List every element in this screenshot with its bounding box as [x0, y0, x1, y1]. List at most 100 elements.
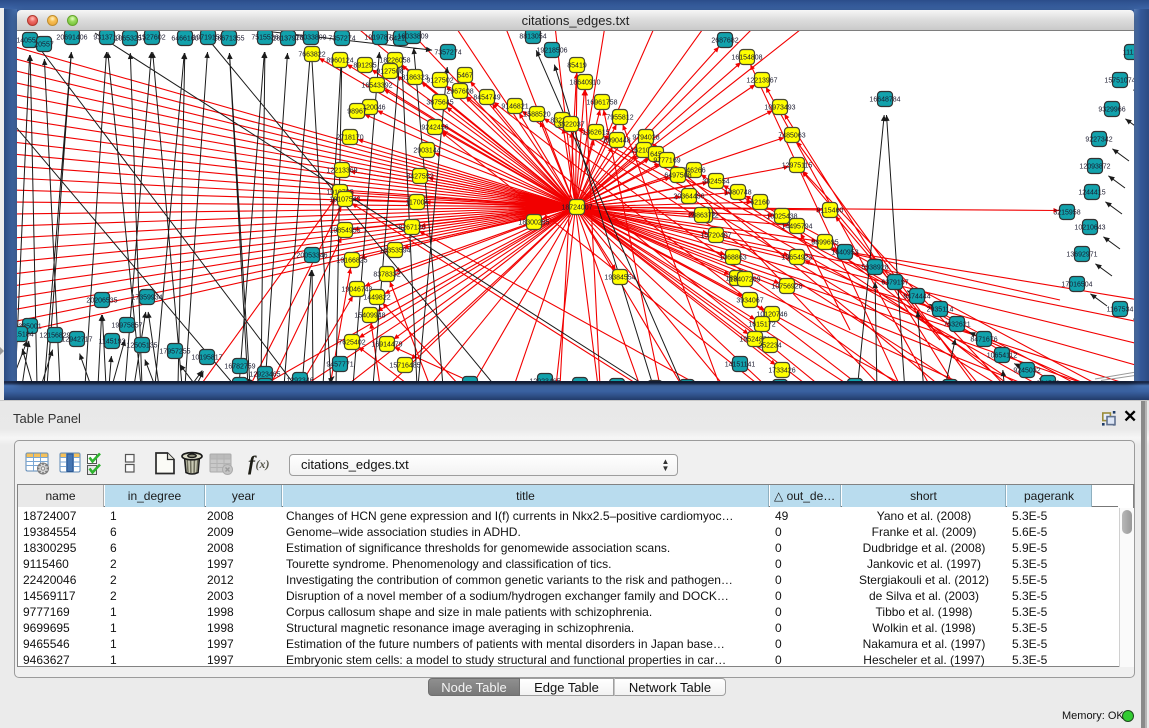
svg-text:9457771: 9457771 [326, 362, 353, 369]
svg-text:9227342: 9227342 [1085, 137, 1112, 144]
svg-text:8267130: 8267130 [398, 225, 425, 232]
svg-text:12942717: 12942717 [61, 337, 92, 344]
svg-text:1733426: 1733426 [768, 368, 795, 375]
svg-text:20557: 20557 [34, 42, 54, 49]
svg-text:19046748: 19046748 [341, 287, 372, 294]
svg-text:8427552: 8427552 [406, 174, 433, 181]
svg-text:98967: 98967 [347, 109, 367, 116]
svg-text:10107543: 10107543 [329, 197, 360, 204]
svg-text:7357274: 7357274 [328, 36, 355, 43]
svg-text:6379197: 6379197 [881, 280, 908, 287]
svg-text:7663822: 7663822 [298, 52, 325, 59]
svg-text:16154808: 16154808 [731, 55, 762, 62]
svg-text:20364436: 20364436 [673, 194, 704, 201]
svg-text:19854955: 19854955 [329, 228, 360, 235]
svg-text:3822037: 3822037 [557, 122, 584, 129]
svg-text:1292346: 1292346 [286, 378, 313, 382]
svg-text:11124: 11124 [1123, 50, 1134, 57]
svg-text:924503: 924503 [1036, 381, 1059, 382]
svg-text:1145193: 1145193 [99, 339, 126, 346]
svg-text:(x): (x) [256, 457, 270, 471]
svg-text:9242456: 9242456 [421, 125, 448, 132]
svg-text:19384554: 19384554 [604, 275, 635, 282]
svg-text:9474444: 9474444 [903, 294, 930, 301]
svg-text:18300295: 18300295 [518, 220, 549, 227]
svg-text:7632621: 7632621 [943, 322, 970, 329]
svg-text:5938928: 5938928 [861, 265, 888, 272]
svg-text:8471676: 8471676 [970, 337, 997, 344]
svg-text:1080748: 1080748 [724, 190, 751, 197]
svg-text:1167534: 1167534 [1107, 307, 1134, 314]
svg-text:10973493: 10973493 [764, 105, 795, 112]
svg-text:14495794: 14495794 [781, 224, 812, 231]
svg-text:252234: 252234 [758, 343, 781, 350]
svg-text:10756928: 10756928 [771, 284, 802, 291]
svg-text:8378332: 8378332 [373, 272, 400, 279]
svg-text:15409948: 15409948 [354, 313, 385, 320]
svg-text:7357274: 7357274 [434, 50, 461, 57]
svg-text:9115460: 9115460 [817, 208, 844, 215]
svg-text:1244415: 1244415 [1078, 190, 1105, 197]
svg-text:20691406: 20691406 [56, 35, 87, 42]
svg-text:12213967: 12213967 [746, 78, 777, 85]
svg-text:18640910: 18640910 [569, 80, 600, 87]
svg-text:10195817: 10195817 [191, 355, 222, 362]
svg-text:2718170: 2718170 [336, 135, 363, 142]
svg-text:9777169: 9777169 [653, 158, 680, 165]
svg-text:5467: 5467 [457, 73, 473, 80]
svg-text:18724007: 18724007 [561, 205, 592, 212]
svg-text:1068863: 1068863 [719, 255, 746, 262]
svg-text:2935114: 2935114 [927, 307, 954, 314]
svg-text:16543392: 16543392 [361, 83, 392, 90]
svg-text:8990448: 8990448 [603, 138, 630, 145]
svg-text:12505135: 12505135 [126, 343, 157, 350]
svg-text:6497508: 6497508 [664, 173, 691, 180]
svg-text:1527602: 1527602 [138, 35, 165, 42]
svg-text:2903144: 2903144 [413, 148, 440, 155]
svg-text:19218506: 19218506 [536, 48, 567, 55]
svg-text:9245032: 9245032 [1013, 368, 1040, 375]
svg-text:1449822: 1449822 [363, 295, 390, 302]
svg-text:17016504: 17016504 [1061, 282, 1092, 289]
svg-text:1362615: 1362615 [582, 130, 609, 137]
svg-text:16782759: 16782759 [224, 364, 255, 371]
svg-text:2687682: 2687682 [711, 38, 738, 45]
svg-text:8813054: 8813054 [519, 34, 546, 41]
svg-text:3215958: 3215958 [1053, 210, 1080, 217]
svg-text:19975857: 19975857 [111, 323, 142, 330]
svg-text:8454749: 8454749 [473, 95, 500, 102]
svg-text:8186323: 8186323 [401, 75, 428, 82]
svg-text:9127508: 9127508 [376, 69, 403, 76]
svg-text:17359934: 17359934 [131, 295, 162, 302]
svg-text:16033809: 16033809 [295, 35, 326, 42]
svg-text:1588520: 1588520 [523, 112, 550, 119]
svg-text:19166825: 19166825 [336, 258, 367, 265]
svg-text:62160: 62160 [750, 200, 770, 207]
svg-text:12923465: 12923465 [529, 379, 560, 382]
svg-text:1640953: 1640953 [831, 250, 858, 257]
svg-text:9146821: 9146821 [501, 104, 528, 111]
svg-text:1615172: 1615172 [748, 322, 775, 329]
svg-text:15751074: 15751074 [1104, 78, 1134, 85]
svg-text:15720407: 15720407 [700, 233, 731, 240]
svg-text:16671355: 16671355 [213, 36, 244, 43]
svg-text:15716485: 15716485 [389, 363, 420, 370]
svg-text:2886372: 2886372 [688, 213, 715, 220]
svg-text:3875645: 3875645 [426, 100, 453, 107]
svg-text:14353594: 14353594 [379, 248, 410, 255]
svg-text:12093872: 12093872 [1079, 164, 1110, 171]
svg-text:117004: 117004 [406, 200, 429, 207]
svg-text:20206535: 20206535 [86, 298, 117, 305]
svg-text:20053346: 20053346 [296, 253, 327, 260]
svg-text:19654923: 19654923 [781, 255, 812, 262]
svg-text:16961758: 16961758 [586, 100, 617, 107]
svg-text:17957255: 17957255 [159, 349, 190, 356]
svg-text:13692971: 13692971 [1066, 252, 1097, 259]
svg-text:7955812: 7955812 [606, 115, 633, 122]
svg-text:12923465: 12923465 [249, 372, 280, 379]
svg-text:10654112: 10654112 [987, 353, 1018, 360]
svg-text:9127502: 9127502 [426, 78, 453, 85]
svg-text:891295: 891295 [353, 63, 376, 70]
svg-text:12975115: 12975115 [782, 163, 813, 170]
svg-text:2967608: 2967608 [446, 89, 473, 96]
